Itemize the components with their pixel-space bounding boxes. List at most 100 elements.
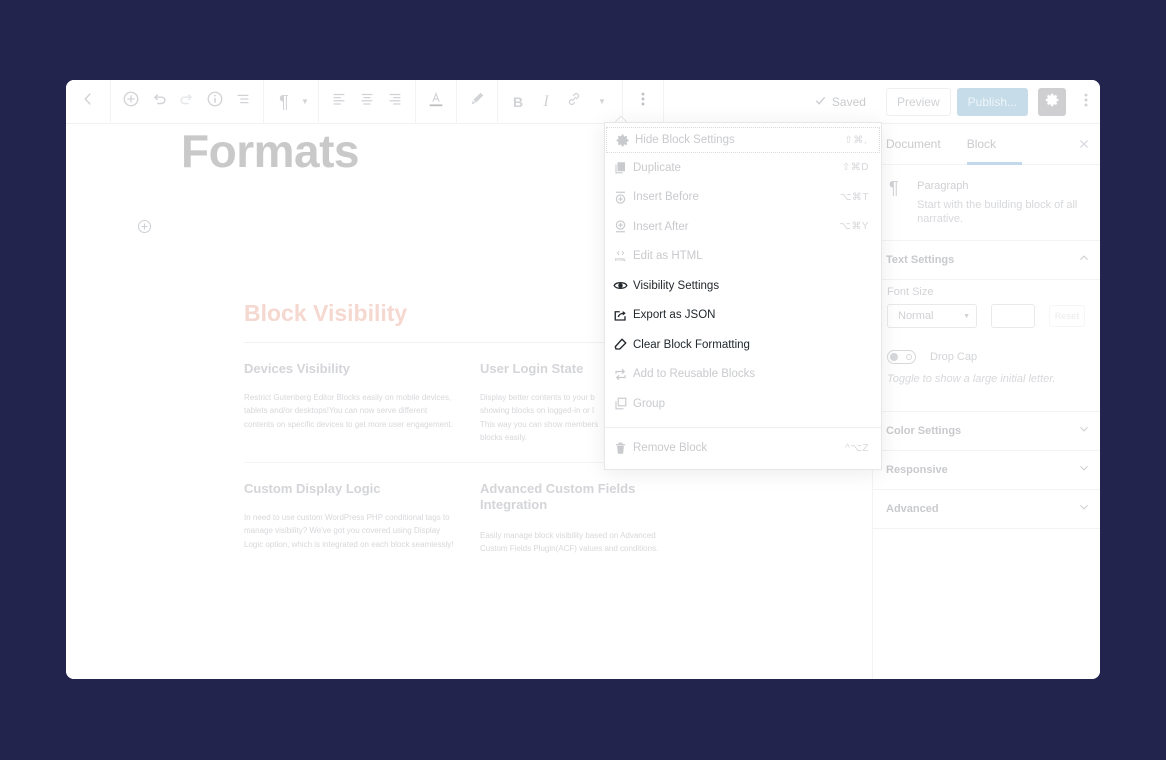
editor-window: ¶ ▼ B I ▼ Saved Preview Publish... Forma… (66, 80, 1100, 679)
info-button[interactable] (201, 86, 229, 118)
feature-text: Easily manage block visibility based on … (480, 531, 659, 554)
close-sidebar-button[interactable] (1077, 137, 1091, 151)
menu-item-export-json[interactable]: Export as JSON (605, 301, 881, 331)
add-block-button[interactable] (117, 86, 145, 118)
panel-title: Text Settings (886, 254, 955, 266)
block-name: Paragraph (917, 180, 969, 192)
menu-item-label: Insert Before (633, 191, 699, 204)
align-right-button[interactable] (381, 86, 409, 118)
menu-item-insert-after[interactable]: Insert After ⌥⌘Y (605, 212, 881, 242)
toolbar-actions: Saved Preview Publish... (814, 80, 1100, 124)
panel-color-settings-toggle[interactable]: Color Settings (873, 412, 1100, 451)
reusable-icon (613, 367, 628, 382)
menu-item-group[interactable]: Group (605, 389, 881, 419)
inline-add-block-button[interactable] (137, 219, 152, 234)
undo-icon (150, 90, 168, 113)
menu-item-label: Hide Block Settings (635, 134, 735, 146)
font-size-select[interactable]: Normal ▼ (887, 304, 977, 328)
more-options-button[interactable] (629, 86, 657, 118)
toolbar-group-highlight (457, 80, 498, 124)
menu-item-insert-before[interactable]: Insert Before ⌥⌘T (605, 183, 881, 213)
redo-icon (178, 90, 196, 113)
feature-title: Advanced Custom Fields Integration (480, 481, 636, 512)
settings-button[interactable] (1038, 88, 1066, 116)
undo-button[interactable] (145, 86, 173, 118)
trash-icon (613, 441, 628, 456)
menu-item-remove-block[interactable]: Remove Block ^⌥Z (605, 434, 881, 464)
menu-item-visibility-settings[interactable]: Visibility Settings (605, 271, 881, 301)
panel-text-settings-toggle[interactable]: Text Settings (873, 241, 1100, 280)
toolbar-group-more (623, 80, 664, 124)
align-center-icon (358, 90, 376, 113)
svg-text:HTML: HTML (615, 257, 627, 262)
feature-text: Display better contents to your b showin… (480, 393, 599, 443)
menu-item-add-reusable[interactable]: Add to Reusable Blocks (605, 360, 881, 390)
menu-separator (605, 426, 881, 428)
block-description: Start with the building block of all nar… (917, 199, 1078, 225)
publish-button[interactable]: Publish... (956, 88, 1028, 116)
menu-item-edit-as-html[interactable]: HTML Edit as HTML (605, 242, 881, 272)
block-options-menu: Hide Block Settings ⇧⌘, Duplicate ⇧⌘D In… (604, 122, 882, 470)
link-icon (565, 90, 583, 113)
post-title[interactable]: Formats (181, 124, 359, 178)
highlight-button[interactable] (463, 86, 491, 118)
bold-button[interactable]: B (504, 86, 532, 118)
menu-item-label: Edit as HTML (633, 250, 703, 263)
add-block-icon (122, 90, 140, 113)
gear-icon (615, 133, 630, 148)
toolbar-group-color (416, 80, 457, 124)
gear-icon (1044, 92, 1060, 113)
menu-item-clear-formatting[interactable]: Clear Block Formatting (605, 330, 881, 360)
block-navigation-button[interactable] (229, 86, 257, 118)
align-left-icon (330, 90, 348, 113)
insert-after-icon (613, 219, 628, 234)
menu-item-shortcut: ⌥⌘Y (839, 221, 869, 233)
text-color-button[interactable] (422, 86, 450, 118)
toggle-knob (890, 353, 898, 361)
menu-item-hide-block-settings[interactable]: Hide Block Settings ⇧⌘, (606, 127, 880, 153)
section-heading: Block Visibility (244, 300, 408, 326)
drop-cap-label: Drop Cap (930, 351, 978, 363)
custom-font-size-input[interactable] (991, 304, 1035, 328)
redo-button[interactable] (173, 86, 201, 118)
panel-advanced-toggle[interactable]: Advanced (873, 490, 1100, 529)
font-size-value: Normal (898, 310, 934, 322)
eye-icon (613, 278, 628, 293)
tab-document[interactable]: Document (873, 124, 954, 165)
italic-button[interactable]: I (532, 86, 560, 118)
align-left-button[interactable] (325, 86, 353, 118)
duplicate-icon (613, 160, 628, 175)
text-color-icon (427, 90, 445, 113)
eraser-icon (613, 337, 628, 352)
reset-font-size-button[interactable]: Reset (1049, 305, 1085, 327)
panel-responsive-toggle[interactable]: Responsive (873, 451, 1100, 490)
preview-button[interactable]: Preview (885, 88, 951, 116)
toggle-off-indicator (906, 354, 912, 360)
paragraph-button[interactable]: ¶ (270, 86, 298, 118)
toolbar-group-block-type: ¶ ▼ (264, 80, 319, 124)
panel-title: Responsive (886, 464, 948, 476)
block-type-caret[interactable]: ▼ (298, 86, 312, 118)
sidebar-tabs: Document Block (873, 124, 1100, 165)
back-button[interactable] (74, 86, 102, 118)
toolbar-group-nav (66, 80, 111, 124)
tab-block[interactable]: Block (954, 124, 1023, 165)
menu-item-duplicate[interactable]: Duplicate ⇧⌘D (605, 153, 881, 183)
settings-sidebar: Document Block ¶ Paragraph Start with th… (872, 124, 1100, 679)
link-button[interactable] (560, 86, 588, 118)
menu-item-label: Insert After (633, 220, 689, 233)
feature-devices-visibility: Devices Visibility Restrict Gutenberg Ed… (244, 361, 459, 431)
align-center-button[interactable] (353, 86, 381, 118)
menu-item-label: Visibility Settings (633, 279, 720, 292)
feature-custom-display-logic: Custom Display Logic In need to use cust… (244, 481, 459, 551)
font-size-row: Normal ▼ Reset (887, 304, 1086, 328)
paragraph-icon: ¶ (889, 178, 899, 198)
export-icon (613, 308, 628, 323)
insert-before-icon (613, 190, 628, 205)
html-icon: HTML (613, 249, 628, 264)
panel-title: Color Settings (886, 425, 962, 437)
feature-title: Custom Display Logic (244, 481, 381, 496)
more-menu-button[interactable] (1072, 86, 1100, 118)
more-formats-button[interactable]: ▼ (588, 86, 616, 118)
drop-cap-toggle[interactable] (887, 350, 916, 364)
